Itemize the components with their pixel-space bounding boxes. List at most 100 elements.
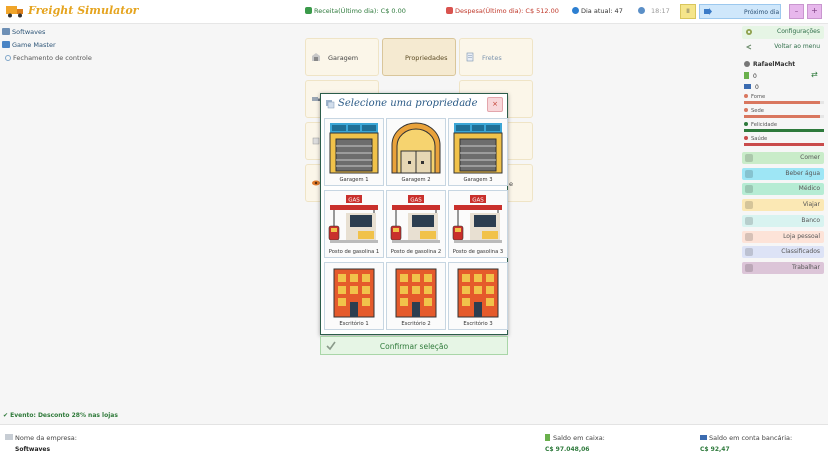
sidebar-item-label: Softwaves	[12, 28, 46, 36]
app-title: Freight Simulator	[28, 4, 139, 17]
property-card[interactable]: Escritório 3	[448, 262, 508, 330]
tile-propriedades[interactable]: Propriedades	[382, 38, 456, 76]
gear-icon	[746, 29, 752, 35]
action-button[interactable]: Médico	[742, 183, 824, 196]
need-label: Sede	[744, 108, 764, 114]
event-banner: ✔ Evento: Desconto 28% nas lojas	[3, 412, 118, 419]
tile-garagem-label: Garagem	[328, 54, 359, 62]
sidebar-item-softwaves[interactable]: Softwaves	[2, 28, 45, 36]
office-building-icon	[395, 268, 437, 318]
action-button[interactable]: Classificados	[742, 246, 824, 259]
monitor-icon	[2, 41, 10, 48]
office-building-icon	[457, 268, 499, 318]
day-text: Dia atual: 47	[581, 7, 623, 15]
need-bar	[744, 115, 824, 118]
sidebar-item-fechamento[interactable]: Fechamento de controle	[5, 54, 92, 62]
close-button[interactable]: ×	[487, 97, 503, 112]
company-label-text: Nome da empresa:	[15, 434, 77, 442]
wallet-icon	[446, 7, 453, 14]
property-card-label: Posto de gasolina 3	[452, 249, 504, 255]
need-label: Felicidade	[744, 122, 777, 128]
action-button[interactable]: Beber água	[742, 167, 824, 180]
property-card-label: Escritório 3	[463, 321, 493, 327]
gear-icon	[5, 55, 11, 61]
property-card[interactable]: GAS Posto de gasolina 2	[386, 190, 446, 258]
config-button[interactable]: Configurações	[742, 26, 824, 39]
pause-button[interactable]: II	[680, 4, 696, 19]
property-select-modal: Selecione uma propriedade × Garagem 1 Gar…	[320, 93, 508, 335]
action-button[interactable]: Banco	[742, 214, 824, 227]
back-menu-label: Voltar ao menu	[774, 43, 820, 50]
maximize-button[interactable]: +	[807, 4, 822, 19]
garage-building-icon	[329, 123, 379, 174]
property-card[interactable]: Garagem 1	[324, 118, 384, 186]
classified-icon	[745, 248, 753, 257]
company-value: Softwaves	[15, 446, 51, 453]
shop-icon	[745, 232, 753, 241]
gas-station-icon: GAS	[390, 195, 440, 243]
confirm-label: Confirmar seleção	[379, 342, 449, 351]
food-icon	[744, 94, 748, 98]
action-label: Classificados	[781, 248, 820, 256]
property-card[interactable]: GAS Posto de gasolina 1	[324, 190, 384, 258]
tile-fretes[interactable]: Fretes	[459, 38, 533, 76]
need-label-text: Felicidade	[751, 122, 778, 128]
sidebar-item-game-master[interactable]: Game Master	[2, 41, 56, 49]
property-card[interactable]: Escritório 1	[324, 262, 384, 330]
water-icon	[744, 108, 748, 112]
need-label: Fome	[744, 94, 765, 100]
need-label-text: Sede	[751, 108, 764, 114]
office-building-icon	[333, 268, 375, 318]
action-button[interactable]: Trabalhar	[742, 261, 824, 274]
action-button[interactable]: Viajar	[742, 199, 824, 212]
medical-icon	[745, 185, 753, 194]
smile-icon	[744, 122, 748, 126]
document-icon	[466, 52, 474, 62]
player-name-text: RafaelMacht	[753, 61, 796, 68]
property-card[interactable]: Escritório 2	[386, 262, 446, 330]
property-card-label: Garagem 3	[463, 177, 493, 183]
arrow-back-icon	[745, 44, 752, 50]
cash-label: Saldo em caixa:	[545, 434, 605, 442]
company-icon	[2, 28, 10, 35]
food-icon	[745, 154, 753, 162]
money-icon	[744, 72, 749, 79]
revenue-stat: Receita(Último dia): C$ 0.00	[305, 7, 406, 15]
next-day-button[interactable]: Próximo dia	[699, 4, 781, 19]
need-bar	[744, 143, 824, 146]
action-label: Banco	[801, 216, 820, 224]
bank-card-icon	[744, 84, 751, 89]
action-label: Comer	[800, 154, 820, 161]
back-menu-button[interactable]: Voltar ao menu	[742, 41, 824, 53]
suitcase-icon	[745, 201, 753, 210]
action-label: Trabalhar	[791, 263, 820, 271]
need-bar-fill	[744, 101, 820, 104]
property-card[interactable]: GAS Posto de gasolina 3	[448, 190, 508, 258]
garage-icon	[312, 53, 320, 61]
action-label: Médico	[798, 185, 820, 193]
bank-label-text: Saldo em conta bancária:	[709, 434, 793, 442]
player-name: RafaelMacht	[744, 61, 795, 68]
tile-partial-label: e	[509, 180, 513, 188]
exchange-icon[interactable]: ⇄	[811, 70, 818, 79]
revenue-text: Receita(Último dia): C$ 0.00	[314, 7, 406, 15]
action-button[interactable]: Comer	[742, 152, 824, 164]
modal-header: Selecione uma propriedade ×	[321, 94, 507, 115]
confirm-selection-button[interactable]: Confirmar seleção	[320, 336, 508, 355]
action-button[interactable]: Loja pessoal	[742, 230, 824, 243]
need-bar	[744, 101, 824, 104]
property-card[interactable]: Garagem 2	[386, 118, 446, 186]
heart-icon	[744, 136, 748, 140]
minimize-button[interactable]: –	[789, 4, 804, 19]
bank-card-icon	[700, 435, 707, 440]
action-label: Viajar	[802, 201, 820, 209]
property-card-label: Garagem 1	[339, 177, 369, 183]
property-card[interactable]: Garagem 3	[448, 118, 508, 186]
need-bar	[744, 129, 824, 132]
tile-garagem[interactable]: Garagem	[305, 38, 379, 76]
bank-label: Saldo em conta bancária:	[700, 434, 792, 442]
svg-text:GAS: GAS	[410, 198, 422, 204]
svg-text:GAS: GAS	[472, 198, 484, 204]
bank-count: 0	[744, 84, 759, 91]
work-icon	[745, 263, 753, 272]
